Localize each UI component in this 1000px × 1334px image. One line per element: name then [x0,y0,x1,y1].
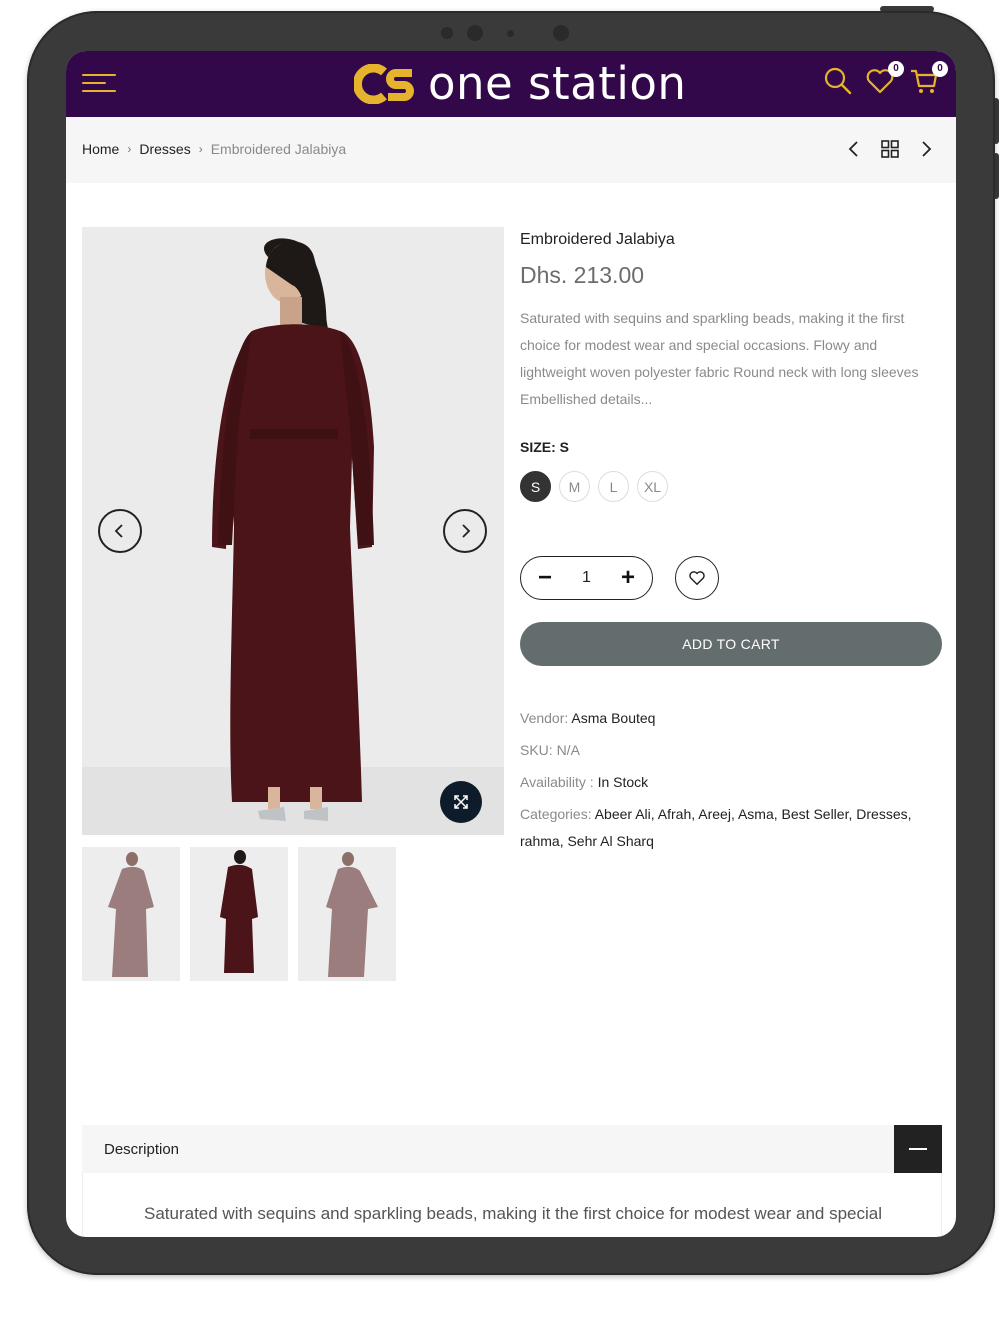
category-link[interactable]: Sehr Al Sharq [567,833,653,849]
product-main-image[interactable] [82,227,504,835]
vendor-link[interactable]: Asma Bouteq [571,710,655,726]
wishlist-count-badge: 0 [888,61,904,77]
camera-flash [507,30,514,37]
chevron-left-icon [114,524,123,538]
product-thumbnail-2[interactable] [190,847,288,981]
chevron-right-icon: › [127,142,132,156]
camera-sensor-right [553,25,569,41]
search-icon[interactable] [822,65,854,97]
next-image-button[interactable] [443,509,487,553]
previous-product-icon[interactable] [844,139,864,159]
size-label: SIZE: S [520,439,570,455]
chevron-right-icon: › [198,142,203,156]
category-link[interactable]: Best Seller [782,806,849,822]
menu-icon[interactable] [82,71,116,97]
next-product-icon[interactable] [916,139,936,159]
size-option-xl[interactable]: XL [637,471,668,502]
vendor-row: Vendor: Asma Bouteq [520,705,944,732]
product-price: Dhs. 213.00 [520,262,645,288]
availability-value: In Stock [597,774,649,790]
breadcrumb-bar: Home › Dresses › Embroidered Jalabiya [66,117,956,183]
category-link[interactable]: rahma [520,833,560,849]
product-meta: Vendor: Asma Bouteq SKU: N/A Availabilit… [520,705,944,860]
grid-icon[interactable] [880,139,900,159]
logo[interactable]: one station [354,59,686,109]
vendor-label: Vendor: [520,710,569,726]
plus-icon[interactable]: + [618,566,638,590]
product-info: Embroidered Jalabiya Dhs. 213.00 Saturat… [520,227,944,849]
description-body: Saturated with sequins and sparkling bea… [82,1173,942,1237]
category-link[interactable]: Asma [738,806,774,822]
quantity-input[interactable] [566,569,607,587]
logo-mark [354,64,414,104]
quantity-stepper: − + [520,556,653,600]
description-title: Description [104,1141,180,1158]
sku-row: SKU: N/A [520,742,580,758]
description-text: Saturated with sequins and sparkling bea… [143,1204,882,1223]
wishlist-icon[interactable]: 0 [864,61,904,97]
size-option-s[interactable]: S [520,471,551,502]
add-to-wishlist-button[interactable] [675,556,719,600]
categories-row: Categories: Abeer Ali, Afrah, Areej, Asm… [520,806,912,849]
cart-count-badge: 0 [932,61,948,77]
breadcrumb-dresses[interactable]: Dresses [139,141,190,157]
category-link[interactable]: Afrah [658,806,691,822]
camera-sensor [441,27,453,39]
breadcrumb-home[interactable]: Home [82,141,119,157]
size-option-m[interactable]: M [559,471,590,502]
product-thumbnail-1[interactable] [82,847,180,981]
previous-image-button[interactable] [98,509,142,553]
chevron-right-icon [462,524,471,538]
product-short-description: Saturated with sequins and sparkling bea… [520,310,919,407]
minus-icon [909,1148,927,1150]
category-link[interactable]: Abeer Ali [595,806,651,822]
expand-image-button[interactable] [440,781,482,823]
dress-thumbnail-image [220,850,258,973]
category-link[interactable]: Dresses [856,806,907,822]
breadcrumb-current: Embroidered Jalabiya [210,141,347,157]
cart-icon[interactable]: 0 [908,61,948,97]
size-option-l[interactable]: L [598,471,629,502]
availability-row: Availability : In Stock [520,769,944,796]
product-title: Embroidered Jalabiya [520,231,675,248]
heart-icon [689,571,705,586]
logo-text: one station [428,57,687,110]
size-options: S M L XL [520,471,944,502]
category-link[interactable]: Areej [698,806,731,822]
categories-label: Categories: [520,806,592,822]
site-header: one station 0 0 [66,51,956,117]
dress-model-image [82,227,504,835]
camera-lens [467,25,483,41]
dress-thumbnail-image [108,852,154,977]
breadcrumb: Home › Dresses › Embroidered Jalabiya [82,141,346,157]
screen: one station 0 0 Home › Dresses › Embroid… [66,51,956,1237]
availability-label: Availability : [520,774,594,790]
expand-icon [454,795,468,809]
add-to-cart-button[interactable]: ADD TO CART [520,622,942,666]
collapse-description-button[interactable] [894,1125,942,1173]
minus-icon[interactable]: − [535,566,555,590]
product-thumbnail-3[interactable] [298,847,396,981]
dress-thumbnail-image [326,852,378,977]
description-tab-header[interactable]: Description [82,1125,942,1173]
product-nav [844,139,936,159]
